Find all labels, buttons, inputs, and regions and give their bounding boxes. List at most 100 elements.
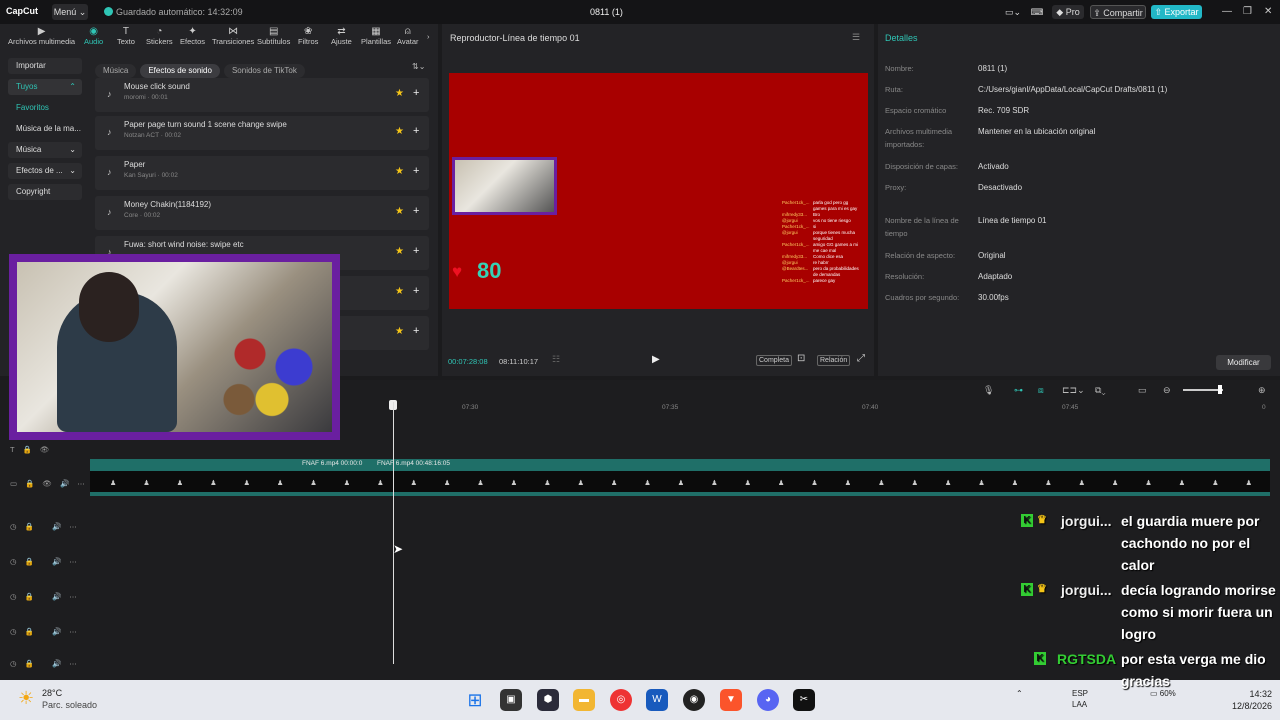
discord-icon[interactable]: ◕ [757, 689, 779, 711]
complete-button[interactable]: Completa [756, 355, 792, 366]
add-icon[interactable]: + [413, 165, 419, 177]
mic-icon[interactable]: 🎙 [983, 385, 994, 396]
app-icon[interactable]: ⬢ [537, 689, 559, 711]
audio-track-controls[interactable]: ◷🔒 🔊⋯ [10, 627, 85, 636]
tab-subtitles[interactable]: ▤ Subtítulos [257, 26, 290, 46]
sound-item[interactable]: ♪ Money Chakin(1184192) Core · 00:02 ★ + [95, 196, 429, 230]
zoom-slider[interactable] [1183, 389, 1223, 391]
tab-templates[interactable]: ▦ Plantillas [361, 26, 391, 46]
nav-effects[interactable]: Efectos de ... ⌄ [8, 163, 82, 179]
tab-effects[interactable]: ✦ Efectos [180, 26, 205, 46]
tab-transitions[interactable]: ⋈ Transiciones [212, 26, 254, 46]
title-bar: CapCut Menú ⌄ Guardado automático: 14:32… [0, 0, 1280, 24]
frame-thumb: ♟ [778, 480, 785, 487]
current-time: 00:07:28:08 [448, 357, 488, 366]
add-icon[interactable]: + [413, 245, 419, 257]
sound-item[interactable]: ♪ Mouse click sound moromi · 00:01 ★ + [95, 78, 429, 112]
video-clip-frames[interactable]: ♟ ♟ ♟ ♟ ♟ ♟ ♟ ♟ ♟ ♟ ♟ ♟ ♟ ♟ ♟ ♟ ♟ ♟ ♟ ♟ ♟ ♟ ♟ ♟ ♟ ♟ ♟ ♟ ♟ ♟ ♟ ♟ ♟ ♟ ♟ [90, 471, 1270, 496]
audio-track-controls[interactable]: ◷🔒 🔊⋯ [10, 592, 85, 601]
star-icon[interactable]: ★ [395, 206, 404, 217]
audio-track-controls[interactable]: ◷🔒 🔊⋯ [10, 557, 85, 566]
play-icon[interactable]: ▶ [652, 354, 660, 365]
link-icon[interactable]: ⊶ [1014, 385, 1023, 396]
filter-tiktok[interactable]: Sonidos de TikTok [223, 64, 305, 78]
menu-button[interactable]: Menú ⌄ [52, 4, 88, 20]
tab-filters[interactable]: ❀ Filtros [298, 26, 318, 46]
frame-thumb: ♟ [176, 480, 184, 487]
star-icon[interactable]: ★ [395, 166, 404, 177]
tab-text[interactable]: T Texto [117, 26, 135, 46]
export-button[interactable]: ⇧ Exportar [1151, 5, 1202, 19]
sort-icon[interactable]: ⇅⌄ [412, 62, 425, 71]
add-icon[interactable]: + [413, 87, 419, 99]
magnet-icon[interactable]: ⧈ [1038, 385, 1044, 396]
close-icon[interactable]: ✕ [1264, 6, 1272, 17]
chevron-right-icon[interactable]: › [427, 32, 430, 41]
preview-axis-icon[interactable]: ▭ [1138, 385, 1147, 396]
star-icon[interactable]: ★ [395, 88, 404, 99]
nav-copyright[interactable]: Copyright [8, 184, 82, 200]
chat-message: K RGTSDA por esta verga me dio gracias [1018, 648, 1280, 692]
task-view-icon[interactable]: ▣ [500, 689, 522, 711]
word-icon[interactable]: W [646, 689, 668, 711]
preview-canvas[interactable]: ♥ 80 Pacher1ck_... parla god pero gg games… [449, 73, 868, 309]
import-button[interactable]: Importar [8, 58, 82, 74]
video-track-controls[interactable]: ▭🔒👁🔊⋯ [10, 479, 93, 488]
nav-yours[interactable]: Tuyos ⌃ [8, 79, 82, 95]
filter-music[interactable]: Música [95, 64, 137, 78]
nav-favorites[interactable]: Favoritos [8, 100, 82, 116]
grid-icon[interactable]: ☷ [552, 354, 560, 365]
frame-thumb: ♟ [1112, 480, 1119, 487]
brave-icon[interactable]: ▼ [720, 689, 742, 711]
zoom-in-icon[interactable]: ⊕ [1258, 385, 1266, 396]
tab-adjust[interactable]: ⇄ Ajuste [331, 26, 352, 46]
sound-item[interactable]: ♪ Paper page turn sound 1 scene change sw… [95, 116, 429, 150]
sound-item[interactable]: ♪ Paper Kan Sayuri · 00:02 ★ + [95, 156, 429, 190]
star-icon[interactable]: ★ [395, 286, 404, 297]
tab-audio[interactable]: ◉ Audio [84, 26, 103, 46]
kick-icon: K [1021, 514, 1033, 527]
windows-start-icon[interactable]: ⊞ [464, 689, 486, 711]
tab-stickers[interactable]: ◔ Stickers [146, 26, 173, 46]
filter-sound-effects[interactable]: Efectos de sonido [140, 64, 220, 78]
minimize-icon[interactable]: — [1222, 6, 1232, 17]
file-explorer-icon[interactable]: ▬ [573, 689, 595, 711]
nav-music[interactable]: Música ⌄ [8, 142, 82, 158]
share-button[interactable]: ⇪ Compartir [1090, 5, 1146, 19]
modify-button[interactable]: Modificar [1216, 355, 1271, 370]
add-icon[interactable]: + [413, 285, 419, 297]
tab-media[interactable]: ▶ Archivos multimedia [8, 26, 75, 46]
heart-icon: ♥ [452, 262, 463, 281]
chrome-icon[interactable]: ◎ [610, 689, 632, 711]
capcut-icon[interactable]: ✂ [793, 689, 815, 711]
star-icon[interactable]: ★ [395, 326, 404, 337]
frame-thumb: ♟ [1245, 480, 1252, 487]
star-icon[interactable]: ★ [395, 246, 404, 257]
screenshot-icon[interactable]: ⊡ [797, 353, 805, 364]
audio-track-controls[interactable]: ◷🔒 🔊⋯ [10, 659, 85, 668]
mouse-cursor-icon: ➤ [393, 542, 404, 556]
tab-avatar[interactable]: ⍝ Avatar [397, 26, 419, 46]
add-icon[interactable]: + [413, 325, 419, 337]
fullscreen-icon[interactable]: ⤢ [857, 353, 865, 364]
star-icon[interactable]: ★ [395, 126, 404, 137]
video-clip-header[interactable]: FNAF 6.mp4 00:00:0 FNAF 6.mp4 00:48:16:0… [90, 459, 1270, 471]
menu-icon[interactable]: ☰ [852, 32, 860, 43]
zoom-slider-handle[interactable] [1218, 385, 1222, 394]
nav-music-of[interactable]: Música de la ma... [8, 121, 82, 137]
layout-icon[interactable]: ▭⌄ [1004, 5, 1022, 19]
playhead-line[interactable] [393, 402, 394, 664]
templates-icon: ▦ [371, 26, 381, 37]
zoom-out-icon[interactable]: ⊖ [1163, 385, 1171, 396]
audio-track-controls[interactable]: ◷🔒 🔊⋯ [10, 522, 85, 531]
text-track-controls[interactable]: T🔒👁 [10, 445, 57, 454]
keyboard-icon[interactable]: ⌨ [1030, 5, 1044, 19]
maximize-icon[interactable]: ❐ [1243, 6, 1252, 17]
obs-icon[interactable]: ◉ [683, 689, 705, 711]
split-icon[interactable]: ⧉⌄ [1095, 385, 1106, 396]
add-icon[interactable]: + [413, 205, 419, 217]
ratio-button[interactable]: Relación [817, 355, 851, 366]
snap-icon[interactable]: ⊏⊐⌄ [1062, 385, 1085, 396]
add-icon[interactable]: + [413, 125, 419, 137]
pro-button[interactable]: ◆ Pro [1052, 5, 1084, 19]
